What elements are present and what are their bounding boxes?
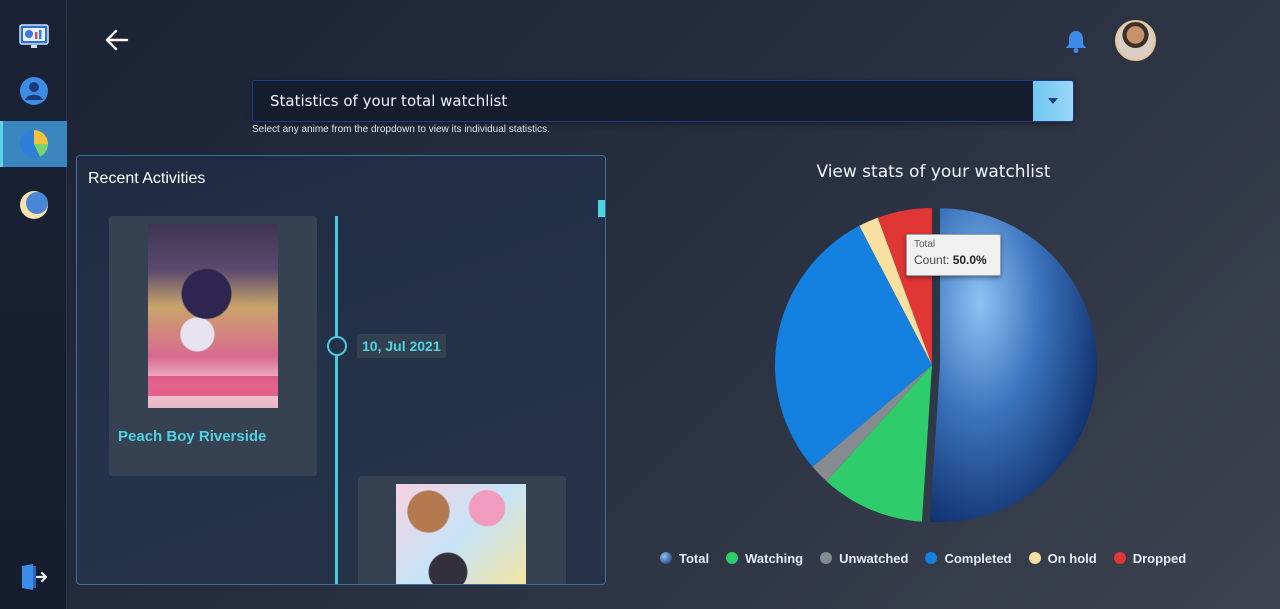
sidebar <box>0 0 67 609</box>
anime-title-link[interactable]: Peach Boy Riverside <box>118 428 266 445</box>
anime-select-dropdown[interactable]: Statistics of your total watchlist <box>252 80 1074 122</box>
tooltip-prefix: Count: <box>914 253 953 267</box>
legend-marker <box>726 552 739 564</box>
legend-marker <box>925 552 938 564</box>
timeline-dot <box>327 336 347 356</box>
recent-activities-panel: Recent Activities 10, Jul 2021 Peach Boy… <box>76 155 606 585</box>
legend-label: Unwatched <box>839 550 909 566</box>
dropdown-selected-value: Statistics of your total watchlist <box>270 92 508 110</box>
chart-title: View stats of your watchlist <box>816 162 1051 182</box>
sidebar-item-theme[interactable] <box>0 182 67 228</box>
avatar[interactable] <box>1115 20 1156 61</box>
anime-poster[interactable] <box>396 484 526 584</box>
pie-chart-icon <box>19 130 48 158</box>
sidebar-item-profile[interactable] <box>0 68 67 114</box>
tooltip-value: Count: 50.0% <box>914 252 993 268</box>
back-button[interactable] <box>102 26 132 54</box>
activity-card[interactable] <box>358 476 566 584</box>
logout-icon <box>21 564 47 590</box>
dropdown-toggle[interactable] <box>1033 81 1073 121</box>
legend-label: Watching <box>745 550 804 566</box>
monitor-chart-icon <box>18 24 49 48</box>
tooltip-number: 50.0% <box>952 253 987 267</box>
sidebar-item-statistics[interactable] <box>0 121 67 167</box>
poster-title-band <box>148 376 278 396</box>
recent-activities-title: Recent Activities <box>88 170 206 187</box>
legend-item-total[interactable]: Total <box>660 551 709 566</box>
logout-button[interactable] <box>0 554 67 600</box>
chart-tooltip: Total Count: 50.0% <box>906 234 1001 276</box>
moon-icon <box>19 191 48 219</box>
legend-item-completed[interactable]: Completed <box>925 550 1012 566</box>
dropdown-hint: Select any anime from the dropdown to vi… <box>252 124 550 135</box>
caret-down-icon <box>1048 98 1058 104</box>
tooltip-label: Total <box>914 239 936 250</box>
legend-marker <box>820 552 833 564</box>
legend-marker <box>1028 552 1041 564</box>
scrollbar-thumb[interactable] <box>598 200 605 217</box>
legend-marker <box>660 552 672 564</box>
activity-card[interactable]: Peach Boy Riverside <box>109 216 317 476</box>
notification-button[interactable] <box>1063 28 1089 54</box>
legend-label: On hold <box>1047 550 1097 566</box>
legend-item-watching[interactable]: Watching <box>726 551 803 566</box>
bell-icon <box>1066 31 1086 53</box>
legend-item-on-hold[interactable]: On hold <box>1028 550 1097 566</box>
chart-legend: Total Watching Unwatched Completed On hold Dr… <box>660 549 1203 567</box>
sidebar-item-dashboard[interactable] <box>0 14 67 60</box>
legend-item-unwatched[interactable]: Unwatched <box>820 551 908 566</box>
user-icon <box>19 77 48 105</box>
activity-date: 10, Jul 2021 <box>357 334 446 358</box>
legend-item-dropped[interactable]: Dropped <box>1113 550 1187 566</box>
arrow-left-icon <box>105 29 129 51</box>
legend-label: Total <box>679 550 710 566</box>
timeline-line <box>335 216 338 584</box>
legend-marker <box>1113 552 1126 564</box>
legend-label: Completed <box>944 550 1012 566</box>
legend-label: Dropped <box>1132 550 1187 566</box>
